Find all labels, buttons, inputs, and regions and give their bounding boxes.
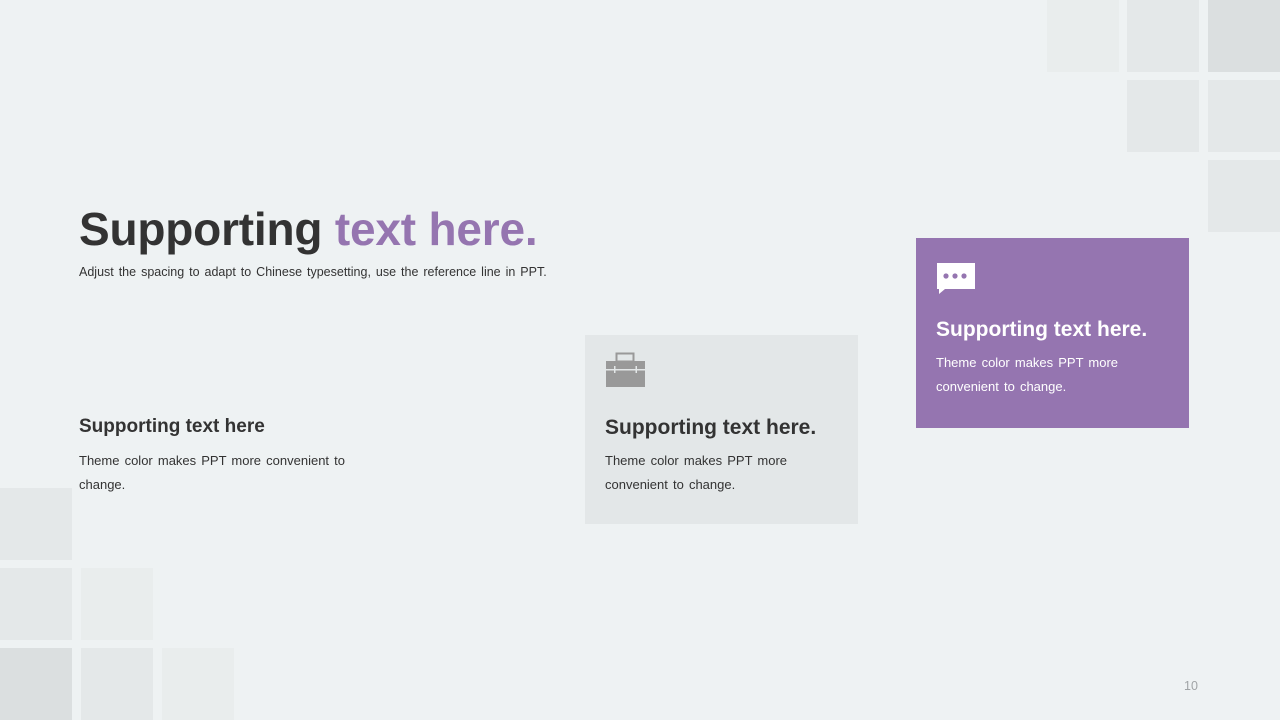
decorative-square [1208,160,1280,232]
decorative-square [81,648,153,720]
decorative-square [1047,0,1119,72]
decorative-square [0,488,72,560]
page-number: 10 [1184,679,1198,693]
title-main-text: Supporting [79,203,323,255]
card-text: Theme color makes PPT more convenient to… [936,355,1119,394]
briefcase-icon [605,352,647,390]
decorative-square [162,648,234,720]
page-subtitle: Adjust the spacing to adapt to Chinese t… [79,265,547,279]
card-title: Supporting text here. [605,416,817,439]
card-text: Theme color makes PPT more convenient to… [79,453,345,492]
purple-card: Supporting text here. Theme color makes … [916,238,1189,428]
decorative-square [1127,0,1199,72]
decorative-square [1127,80,1199,152]
title-accent-text: text here. [334,203,538,255]
speech-bubble-icon [936,262,976,294]
decorative-square [0,568,72,640]
decorative-square [0,648,72,720]
card-text: Theme color makes PPT more convenient to… [605,453,788,492]
card-title: Supporting text here [79,416,265,437]
card-title: Supporting text here. [936,318,1148,341]
gray-card: Supporting text here. Theme color makes … [585,335,858,524]
decorative-square [1208,0,1280,72]
text-block-card: Supporting text here Theme color makes P… [79,413,349,497]
decorative-square [81,568,153,640]
decorative-square [1208,80,1280,152]
page-title: Supporting text here. [79,202,538,256]
